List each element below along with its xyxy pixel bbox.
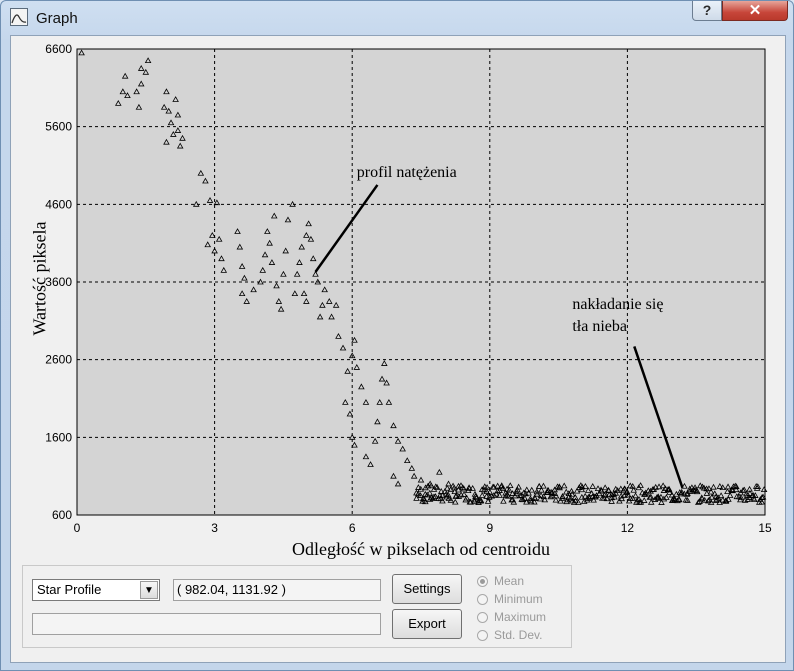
y-tick-label: 4600: [45, 197, 72, 211]
annotation-text: tła nieba: [572, 318, 627, 335]
radio-label: Mean: [494, 574, 525, 588]
profile-type-select[interactable]: Star Profile ▼: [32, 579, 160, 601]
graph-window-icon: [10, 8, 28, 26]
radio-indicator: [477, 630, 488, 641]
radio-maximum[interactable]: Maximum: [477, 609, 546, 625]
y-tick-label: 600: [52, 508, 72, 522]
radio-std-dev[interactable]: Std. Dev.: [477, 627, 542, 643]
client-area: Wartość piksela Odległość w pikselach od…: [10, 35, 786, 663]
radio-label: Minimum: [494, 592, 543, 606]
graph-window: Graph ? ✕ Wartość piksela Odległość w pi…: [0, 0, 794, 671]
radio-indicator: [477, 612, 488, 623]
y-tick-label: 5600: [45, 120, 72, 134]
title-bar[interactable]: Graph ? ✕: [1, 1, 793, 37]
x-tick-label: 3: [211, 521, 218, 535]
x-tick-label: 0: [74, 521, 81, 535]
profile-chart: 0 3 6 9 12 15 600 1600 2600 3600 4600 5600 6600 profi…: [45, 42, 772, 535]
radio-label: Std. Dev.: [494, 628, 543, 642]
y-tick-label: 2600: [45, 353, 72, 367]
radio-mean[interactable]: Mean: [477, 573, 524, 589]
radio-minimum[interactable]: Minimum: [477, 591, 543, 607]
help-button[interactable]: ?: [692, 1, 722, 21]
radio-indicator: [477, 594, 488, 605]
x-tick-label: 6: [349, 521, 356, 535]
x-tick-label: 12: [621, 521, 635, 535]
y-tick-label: 6600: [45, 42, 72, 56]
close-button[interactable]: ✕: [722, 1, 788, 21]
settings-button[interactable]: Settings: [392, 574, 462, 604]
x-axis-title: Odległość w pikselach od centroidu: [292, 539, 550, 559]
x-tick-label: 9: [486, 521, 493, 535]
chevron-down-icon[interactable]: ▼: [140, 581, 158, 599]
controls-group: Star Profile ▼ ( 982.04, 1131.92 ) Setti…: [22, 565, 572, 648]
annotation-text: profil natężenia: [357, 164, 457, 181]
y-tick-label: 1600: [45, 430, 72, 444]
x-tick-label: 15: [758, 521, 772, 535]
coordinates-field: ( 982.04, 1131.92 ): [173, 579, 381, 601]
export-button[interactable]: Export: [392, 609, 462, 639]
profile-type-value: Star Profile: [37, 582, 102, 597]
status-field[interactable]: [32, 613, 381, 635]
annotation-text: nakładanie się: [572, 296, 663, 313]
y-tick-label: 3600: [45, 275, 72, 289]
window-title: Graph: [36, 10, 78, 27]
radio-indicator: [477, 576, 488, 587]
radio-label: Maximum: [494, 610, 547, 624]
